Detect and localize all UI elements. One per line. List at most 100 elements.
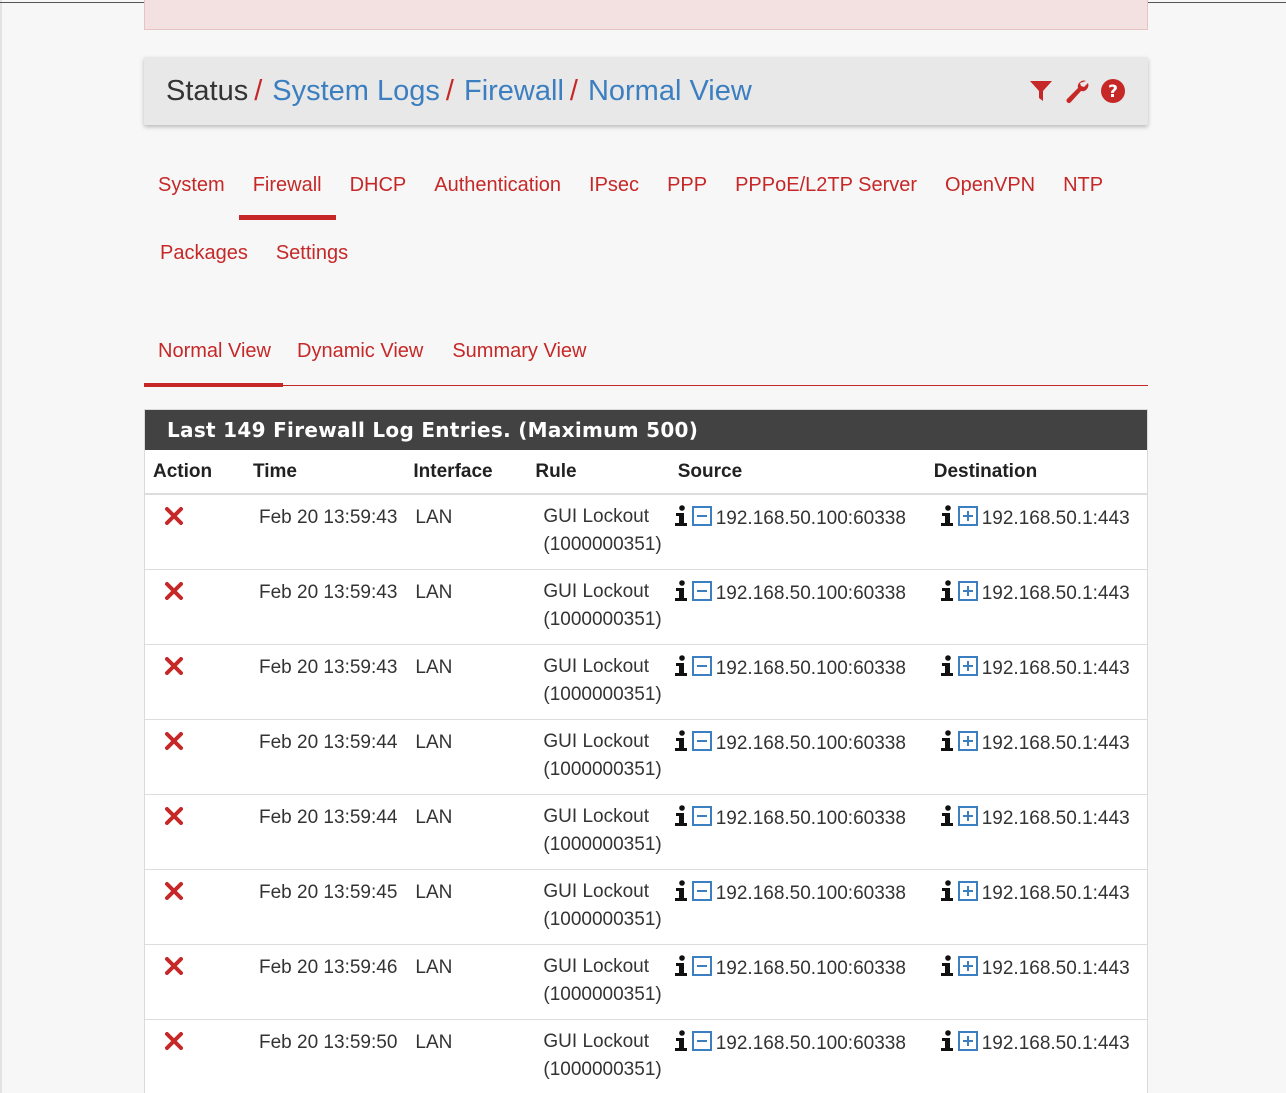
tab-settings[interactable]: Settings bbox=[262, 228, 362, 288]
column-header-destination[interactable]: Destination bbox=[925, 450, 1147, 495]
add-pass-rule-icon[interactable] bbox=[957, 1031, 978, 1057]
help-icon[interactable]: ? bbox=[1100, 78, 1126, 104]
info-icon[interactable] bbox=[674, 655, 688, 683]
remove-from-block-list-icon[interactable] bbox=[691, 881, 712, 907]
rule-name[interactable]: GUI Lockout bbox=[543, 728, 661, 756]
remove-from-block-list-icon[interactable] bbox=[691, 581, 712, 607]
rule-name[interactable]: GUI Lockout bbox=[543, 1028, 661, 1056]
rule-name[interactable]: GUI Lockout bbox=[543, 803, 661, 831]
info-icon[interactable] bbox=[674, 955, 688, 983]
tab-firewall[interactable]: Firewall bbox=[238, 160, 336, 220]
add-pass-rule-icon[interactable] bbox=[957, 731, 978, 757]
action-cell bbox=[145, 869, 245, 945]
action-cell bbox=[145, 644, 245, 720]
destination-address: 192.168.50.1:443 bbox=[981, 883, 1130, 904]
info-icon[interactable] bbox=[940, 505, 954, 533]
rule-name[interactable]: GUI Lockout bbox=[543, 503, 661, 531]
rule-cell: GUI Lockout (1000000351) bbox=[527, 719, 670, 795]
add-pass-rule-icon[interactable] bbox=[957, 956, 978, 982]
rule-name[interactable]: GUI Lockout bbox=[543, 653, 661, 681]
tab-system[interactable]: System bbox=[144, 160, 239, 220]
tab-ntp[interactable]: NTP bbox=[1049, 160, 1117, 220]
info-icon[interactable] bbox=[674, 505, 688, 533]
add-pass-rule-icon[interactable] bbox=[957, 881, 978, 907]
info-icon[interactable] bbox=[674, 805, 688, 833]
rule-name[interactable]: GUI Lockout bbox=[543, 878, 661, 906]
info-icon[interactable] bbox=[940, 730, 954, 758]
block-icon[interactable] bbox=[165, 882, 183, 905]
remove-from-block-list-icon[interactable] bbox=[691, 1031, 712, 1057]
tab-ipsec[interactable]: IPsec bbox=[575, 160, 653, 220]
tab-openvpn[interactable]: OpenVPN bbox=[931, 160, 1049, 220]
rule-cell: GUI Lockout (1000000351) bbox=[527, 944, 670, 1020]
rule-cell: GUI Lockout (1000000351) bbox=[527, 1019, 670, 1093]
rule-id: (1000000351) bbox=[543, 684, 662, 705]
block-icon[interactable] bbox=[165, 807, 183, 830]
remove-from-block-list-icon[interactable] bbox=[691, 506, 712, 532]
source-cell: 192.168.50.100:60338 bbox=[669, 494, 926, 570]
add-pass-rule-icon[interactable] bbox=[957, 806, 978, 832]
destination-cell: 192.168.50.1:443 bbox=[925, 1019, 1147, 1093]
block-icon[interactable] bbox=[165, 1032, 183, 1055]
source-address: 192.168.50.100:60338 bbox=[715, 583, 906, 604]
rule-name[interactable]: GUI Lockout bbox=[543, 953, 661, 981]
block-icon[interactable] bbox=[165, 657, 183, 680]
tab-pppoe-l2tp-server[interactable]: PPPoE/L2TP Server bbox=[721, 160, 931, 220]
add-pass-rule-icon[interactable] bbox=[957, 656, 978, 682]
tab-normal-view[interactable]: Normal View bbox=[144, 328, 283, 387]
destination-address: 192.168.50.1:443 bbox=[981, 583, 1130, 604]
tab-packages[interactable]: Packages bbox=[144, 228, 262, 288]
add-pass-rule-icon[interactable] bbox=[957, 506, 978, 532]
breadcrumb-separator: / bbox=[569, 74, 578, 107]
source-address: 192.168.50.100:60338 bbox=[715, 1033, 906, 1054]
block-icon[interactable] bbox=[165, 507, 183, 530]
breadcrumb-normal-view[interactable]: Normal View bbox=[588, 75, 752, 108]
destination-cell: 192.168.50.1:443 bbox=[925, 719, 1147, 795]
info-icon[interactable] bbox=[940, 880, 954, 908]
block-icon[interactable] bbox=[165, 957, 183, 980]
column-header-time[interactable]: Time bbox=[245, 450, 406, 495]
breadcrumb-system-logs[interactable]: System Logs bbox=[272, 75, 440, 108]
tab-authentication[interactable]: Authentication bbox=[420, 160, 575, 220]
info-icon[interactable] bbox=[940, 655, 954, 683]
info-icon[interactable] bbox=[674, 730, 688, 758]
source-cell: 192.168.50.100:60338 bbox=[669, 644, 926, 720]
column-header-source[interactable]: Source bbox=[669, 450, 926, 495]
add-pass-rule-icon[interactable] bbox=[957, 581, 978, 607]
column-header-action[interactable]: Action bbox=[145, 450, 245, 495]
info-icon[interactable] bbox=[940, 805, 954, 833]
firewall-log-table: Action Time Interface Rule Source Destin… bbox=[145, 450, 1147, 1093]
info-icon[interactable] bbox=[674, 1030, 688, 1058]
remove-from-block-list-icon[interactable] bbox=[691, 806, 712, 832]
info-icon[interactable] bbox=[940, 580, 954, 608]
rule-name[interactable]: GUI Lockout bbox=[543, 578, 661, 606]
destination-cell: 192.168.50.1:443 bbox=[925, 794, 1147, 870]
tab-summary-view[interactable]: Summary View bbox=[438, 328, 601, 386]
wrench-icon[interactable] bbox=[1064, 78, 1090, 104]
block-icon[interactable] bbox=[165, 732, 183, 755]
rule-id: (1000000351) bbox=[543, 609, 662, 630]
column-header-rule[interactable]: Rule bbox=[527, 450, 670, 495]
column-header-interface[interactable]: Interface bbox=[405, 450, 528, 495]
info-icon[interactable] bbox=[674, 880, 688, 908]
tab-dhcp[interactable]: DHCP bbox=[336, 160, 421, 220]
destination-address: 192.168.50.1:443 bbox=[981, 508, 1130, 529]
info-icon[interactable] bbox=[940, 1030, 954, 1058]
block-icon[interactable] bbox=[165, 582, 183, 605]
table-row: Feb 20 13:59:44 LAN GUI Lockout (1000000351… bbox=[145, 719, 1147, 795]
remove-from-block-list-icon[interactable] bbox=[691, 731, 712, 757]
interface-cell: LAN bbox=[405, 644, 528, 720]
tab-ppp[interactable]: PPP bbox=[653, 160, 721, 220]
action-cell bbox=[145, 794, 245, 870]
rule-cell: GUI Lockout (1000000351) bbox=[527, 494, 670, 570]
remove-from-block-list-icon[interactable] bbox=[691, 956, 712, 982]
interface-cell: LAN bbox=[405, 794, 528, 870]
tab-dynamic-view[interactable]: Dynamic View bbox=[283, 328, 438, 386]
filter-icon[interactable] bbox=[1028, 78, 1054, 104]
remove-from-block-list-icon[interactable] bbox=[691, 656, 712, 682]
source-cell: 192.168.50.100:60338 bbox=[669, 1019, 926, 1093]
info-icon[interactable] bbox=[940, 955, 954, 983]
breadcrumb-firewall[interactable]: Firewall bbox=[464, 75, 564, 108]
view-tabs: Normal View Dynamic View Summary View bbox=[144, 328, 1148, 387]
info-icon[interactable] bbox=[674, 580, 688, 608]
